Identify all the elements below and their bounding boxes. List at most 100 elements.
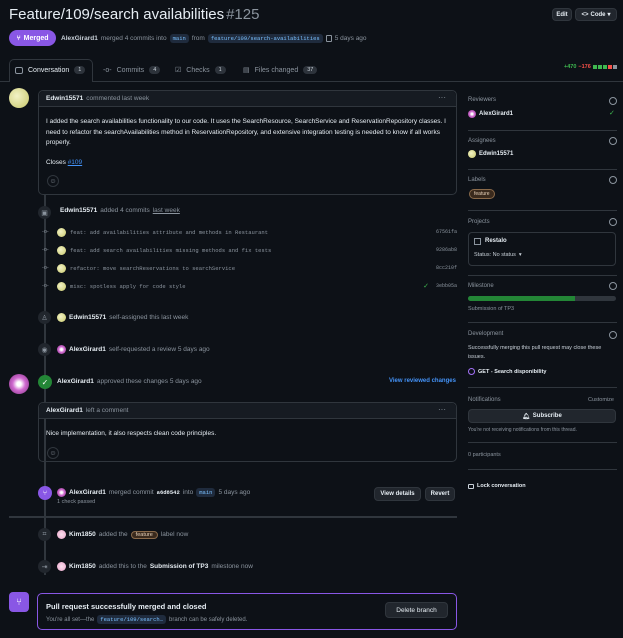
label-badge[interactable]: feature [130, 530, 158, 539]
diffstat: +470 −176 [564, 64, 617, 70]
comment-author[interactable]: AlexGirard1 [46, 407, 83, 414]
pr-subtitle: AlexGirard1 merged 4 commits into main f… [61, 34, 367, 43]
add-reaction-icon[interactable]: ☺ [47, 175, 59, 187]
file-diff-icon: ▤ [243, 67, 250, 74]
kebab-menu-icon[interactable]: ··· [438, 405, 446, 414]
gear-icon[interactable] [609, 137, 617, 145]
lock-conversation[interactable]: Lock conversation [468, 482, 526, 489]
avatar[interactable] [57, 245, 66, 255]
merge-icon: ⑂ [38, 486, 52, 500]
lock-icon [468, 484, 474, 489]
project-name[interactable]: Restalo [485, 238, 507, 244]
avatar[interactable] [57, 263, 66, 273]
customize-link[interactable]: Customize [588, 397, 614, 403]
avatar[interactable] [57, 562, 66, 571]
milestone-progress [468, 296, 616, 301]
avatar[interactable] [9, 374, 29, 394]
comment-author[interactable]: Edwin15571 [46, 95, 83, 102]
head-branch[interactable]: feature/109/search… [97, 615, 167, 624]
chevron-down-icon: ▾ [518, 252, 522, 258]
base-branch[interactable]: main [169, 34, 189, 43]
avatar[interactable] [57, 227, 66, 237]
chevron-down-icon: ▾ [607, 12, 611, 18]
reviewer[interactable]: AlexGirard1 [468, 110, 513, 118]
gear-icon[interactable] [609, 282, 617, 290]
tab-conversation[interactable]: Conversation 1 [15, 59, 86, 81]
divider [468, 130, 617, 131]
view-details-button[interactable]: View details [374, 487, 421, 501]
tab-checks[interactable]: ☑ Checks 1 [175, 59, 226, 81]
assignees-heading: Assignees [468, 138, 496, 144]
list-item[interactable]: -o- feat: add search availabilities miss… [42, 244, 457, 256]
revert-button[interactable]: Revert [425, 487, 455, 501]
checks-passed[interactable]: 1 check passed [57, 499, 95, 505]
list-item[interactable]: -o- feat: add availabilities attribute a… [42, 226, 457, 238]
divider [468, 322, 617, 323]
subscribe-button[interactable]: 🔔︎ Subscribe [468, 409, 616, 423]
pr-author[interactable]: AlexGirard1 [61, 35, 98, 42]
list-item[interactable]: -o- refactor: move searchReservations to… [42, 262, 457, 274]
avatar[interactable] [57, 488, 66, 497]
git-commit-icon: -o- [42, 283, 49, 289]
milestone-name[interactable]: Submission of TP3 [468, 306, 514, 312]
diffstat-bar [592, 65, 617, 69]
kebab-menu-icon[interactable]: ··· [438, 93, 446, 102]
comment-discussion-icon [15, 66, 23, 74]
check-icon: ✓ [423, 283, 429, 290]
commits-event: Edwin15571 added 4 commits last week [60, 207, 180, 214]
view-reviewed-changes-link[interactable]: View reviewed changes [389, 378, 456, 384]
tag-icon: ⌗ [38, 528, 51, 541]
avatar [468, 150, 476, 158]
comment-body: Nice implementation, it also respects cl… [46, 430, 217, 437]
pr-title-row: Feature/109/search availabilities #125 [9, 6, 259, 23]
divider [468, 387, 617, 388]
check-circle-icon: ✓ [38, 375, 52, 389]
issue-link[interactable]: #109 [68, 159, 82, 166]
git-commit-icon: -o- [42, 247, 49, 253]
project-status[interactable]: Status: No status ▾ [474, 252, 522, 258]
avatar[interactable] [57, 345, 66, 354]
bell-icon: 🔔︎ [522, 413, 530, 420]
delete-branch-button[interactable]: Delete branch [385, 602, 448, 618]
milestone-event: Kim1850 added this to the Submission of … [57, 562, 253, 571]
copy-icon[interactable] [325, 35, 332, 42]
notifications-heading: Notifications [468, 397, 501, 403]
project-card[interactable]: Restalo Status: No status ▾ [468, 232, 616, 266]
gear-icon[interactable] [609, 331, 617, 339]
avatar[interactable] [57, 313, 66, 322]
milestone-link[interactable]: Submission of TP3 [150, 563, 209, 570]
avatar[interactable] [57, 530, 66, 539]
merge-commit-sha[interactable]: a6d8542 [157, 489, 180, 496]
comment-header: Edwin15571 commented last week ··· [39, 91, 456, 107]
gear-icon[interactable] [609, 176, 617, 184]
comment-card: AlexGirard1 left a comment ··· Nice impl… [38, 402, 457, 462]
avatar[interactable] [9, 88, 29, 108]
base-branch[interactable]: main [196, 488, 216, 497]
git-commit-icon: -o- [42, 229, 49, 235]
merge-event: AlexGirard1 merged commit a6d8542 into m… [57, 488, 250, 497]
commit-icon: -o- [103, 66, 112, 74]
milestone-icon: ⇥ [38, 560, 51, 573]
list-item[interactable]: -o- misc: spotless apply for code style … [42, 280, 457, 292]
comment-card: Edwin15571 commented last week ··· I add… [38, 90, 457, 195]
gear-icon[interactable] [609, 218, 617, 226]
assignee[interactable]: Edwin15571 [468, 150, 513, 158]
tab-commits[interactable]: -o- Commits 4 [103, 59, 161, 81]
review-request-event: AlexGirard1 self-requested a review 5 da… [57, 345, 210, 354]
head-branch[interactable]: feature/109/search-availabilities [207, 34, 323, 43]
labels-heading: Labels [468, 177, 486, 183]
participants: 0 participants [468, 452, 501, 458]
merge-icon: ⑂ [16, 34, 21, 42]
git-commit-icon: -o- [42, 265, 49, 271]
linked-issue[interactable]: GET - Search disponibility [468, 368, 546, 375]
code-button[interactable]: <> Code ▾ [575, 8, 617, 21]
label-badge[interactable]: feature [469, 189, 495, 199]
add-reaction-icon[interactable]: ☺ [47, 447, 59, 459]
tab-files-changed[interactable]: ▤ Files changed 37 [243, 59, 318, 81]
milestone-heading: Milestone [468, 283, 494, 289]
avatar[interactable] [57, 281, 66, 291]
approval-event: AlexGirard1 approved these changes 5 day… [57, 378, 202, 385]
projects-heading: Projects [468, 219, 490, 225]
gear-icon[interactable] [609, 97, 617, 105]
edit-button[interactable]: Edit [552, 8, 572, 21]
